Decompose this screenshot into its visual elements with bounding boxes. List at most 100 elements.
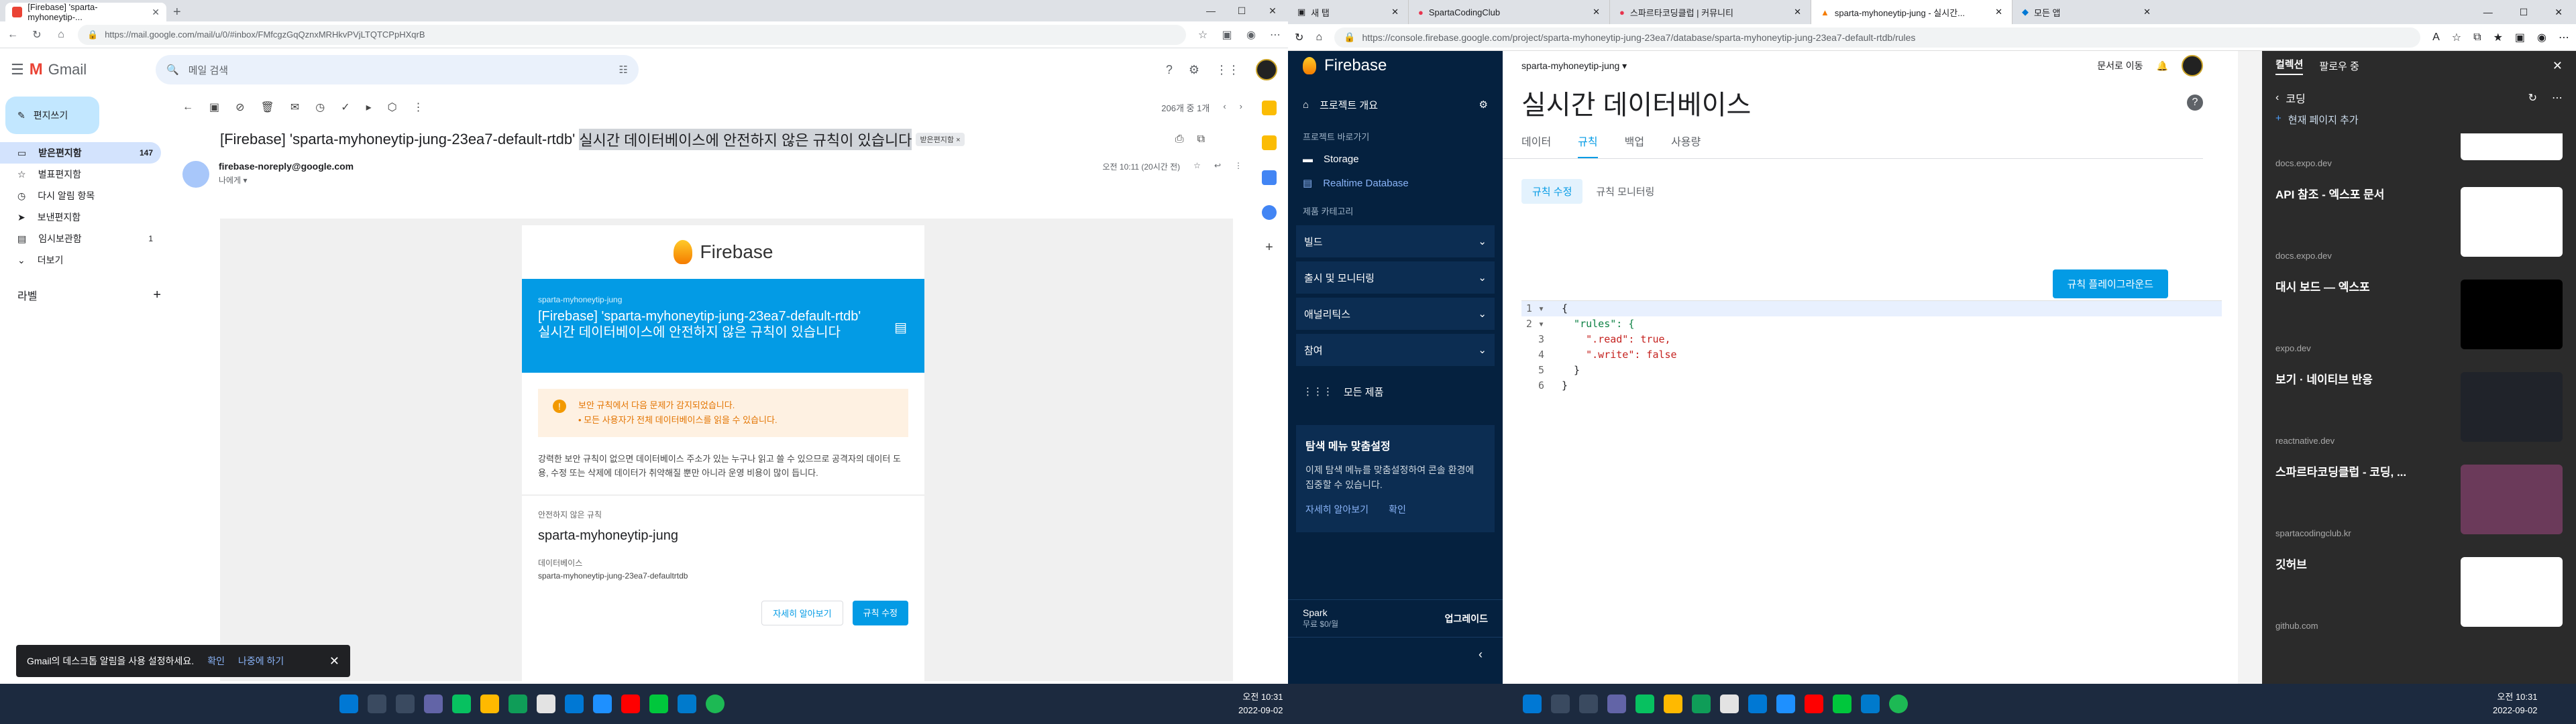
star-icon[interactable]: ☆ (2452, 31, 2461, 44)
url-field[interactable]: 🔒 https://console.firebase.google.com/pr… (1334, 27, 2421, 48)
mark-unread-icon[interactable]: ✉ (290, 101, 299, 114)
all-products[interactable]: ⋮⋮⋮ 모든 제품 (1288, 375, 1503, 408)
project-selector[interactable]: sparta-myhoneytip-jung ▾ (1521, 60, 1627, 72)
contacts-icon[interactable] (1262, 205, 1277, 220)
edge-icon[interactable] (508, 695, 527, 713)
explorer-icon[interactable] (1664, 695, 1682, 713)
spotify-icon[interactable] (706, 695, 724, 713)
tab-collections[interactable]: 컬렉션 (2275, 57, 2304, 75)
maximize-icon[interactable]: ☐ (2506, 7, 2542, 18)
back-icon[interactable]: ‹ (2275, 92, 2279, 104)
sidebar-item-storage[interactable]: ▬ Storage (1288, 147, 1503, 171)
project-overview[interactable]: ⌂ 프로젝트 개요 ⚙ (1288, 88, 1503, 121)
outlook-icon[interactable] (565, 695, 584, 713)
settings-icon[interactable] (593, 695, 612, 713)
hamburger-icon[interactable]: ☰ (11, 61, 24, 78)
label-icon[interactable]: ⬡ (388, 101, 397, 114)
sidebar-item-inbox[interactable]: ▭ 받은편지함 147 (0, 142, 161, 164)
gmail-logo[interactable]: ☰ M Gmail (11, 60, 145, 79)
tasks-icon[interactable] (1262, 170, 1277, 185)
collection-item[interactable]: 깃허브 github.com (2262, 548, 2576, 640)
start-icon[interactable] (1523, 695, 1542, 713)
docs-link[interactable]: 문서로 이동 (2097, 59, 2143, 72)
to-me[interactable]: 나에게 ▾ (219, 174, 354, 186)
next-icon[interactable]: › (1240, 101, 1242, 114)
subtab-edit-rules[interactable]: 규칙 수정 (1521, 179, 1583, 204)
vscode-icon[interactable] (1861, 695, 1880, 713)
chat-icon[interactable] (1607, 695, 1626, 713)
reply-icon[interactable]: ↩ (1214, 161, 1221, 172)
minimize-icon[interactable]: — (1195, 5, 1226, 16)
collection-item[interactable]: 스파르타코딩클럽 - 코딩, ... spartacodingclub.kr (2262, 455, 2576, 548)
add-label-icon[interactable]: + (153, 288, 161, 303)
bell-icon[interactable]: 🔔 (2157, 60, 2168, 72)
kakao-icon[interactable] (1635, 695, 1654, 713)
close-icon[interactable]: ✕ (1794, 7, 1801, 17)
rules-editor[interactable]: 1 ▾ { 2 ▾ "rules": { 3 ".read": true, 4 "… (1521, 300, 2222, 676)
tab-all-apps[interactable]: ◆ 모든 앱 ✕ (2012, 0, 2160, 24)
snackbar-later[interactable]: 나중에 하기 (238, 654, 284, 668)
tab-community[interactable]: ● 스파르타코딩클럽 | 커뮤니티 ✕ (1610, 0, 1811, 24)
tab-gmail[interactable]: [Firebase] 'sparta-myhoneytip-... ✕ (5, 2, 166, 22)
group-build[interactable]: 빌드 ⌄ (1296, 225, 1495, 257)
chat-icon[interactable] (424, 695, 443, 713)
snooze-icon[interactable]: ◷ (315, 101, 325, 114)
maximize-icon[interactable]: ☐ (1226, 5, 1257, 17)
upgrade-button[interactable]: 업그레이드 (1445, 612, 1488, 625)
tab-backup[interactable]: 백업 (1625, 133, 1644, 158)
close-window-icon[interactable]: ✕ (2541, 7, 2576, 18)
collection-item[interactable]: 대시 보드 — 엑스포 expo.dev (2262, 270, 2576, 363)
right-clock[interactable]: 오전 10:31 2022-09-02 (2493, 690, 2538, 717)
apps-icon[interactable]: ⋮⋮ (1216, 63, 1240, 77)
collapse-icon[interactable]: ‹ (1288, 637, 1503, 670)
add-addon-icon[interactable]: + (1262, 240, 1277, 255)
minimize-icon[interactable]: — (2470, 7, 2506, 17)
open-new-icon[interactable]: ⧉ (1197, 133, 1205, 145)
tab-data[interactable]: 데이터 (1521, 133, 1551, 158)
tab-usage[interactable]: 사용량 (1671, 133, 1701, 158)
home-icon[interactable]: ⌂ (54, 29, 68, 41)
store-icon[interactable] (537, 695, 555, 713)
explorer-icon[interactable] (480, 695, 499, 713)
spotify-icon[interactable] (1889, 695, 1908, 713)
compose-button[interactable]: ✎ 편지쓰기 (5, 97, 99, 134)
task-view-icon[interactable] (1579, 695, 1598, 713)
url-field[interactable]: 🔒 https://mail.google.com/mail/u/0/#inbo… (78, 24, 1186, 45)
add-current-page[interactable]: + 현재 페이지 추가 (2262, 106, 2576, 133)
new-tab-icon[interactable]: + (166, 3, 188, 21)
help-icon[interactable]: ? (2187, 95, 2203, 111)
gear-icon[interactable]: ⚙ (1479, 99, 1488, 111)
sidebar-item-more[interactable]: ⌄ 더보기 (0, 249, 161, 271)
back-arrow-icon[interactable]: ← (182, 101, 193, 113)
delete-icon[interactable]: 🗑 (261, 101, 274, 114)
move-icon[interactable]: ▸ (366, 101, 372, 114)
task-icon[interactable]: ✓ (341, 101, 350, 114)
inbox-tag[interactable]: 받은편지함 × (916, 133, 965, 146)
read-aloud-icon[interactable]: A (2432, 32, 2440, 44)
menu-icon[interactable]: ⋯ (2559, 31, 2569, 44)
left-clock[interactable]: 오전 10:31 2022-09-02 (1238, 690, 1283, 717)
menu-icon[interactable]: ⋯ (1268, 28, 1283, 42)
close-icon[interactable]: ✕ (2553, 59, 2563, 73)
naver-icon[interactable] (1833, 695, 1851, 713)
collection-item[interactable]: 보기 · 네이티브 반응 reactnative.dev (2262, 363, 2576, 455)
refresh-icon[interactable]: ↻ (1295, 31, 1303, 44)
more-vert-icon[interactable]: ⋮ (413, 101, 424, 114)
promo-learn-link[interactable]: 자세히 알아보기 (1305, 503, 1368, 516)
favorites-icon[interactable]: ★ (2493, 31, 2503, 44)
profile-icon[interactable]: ◉ (1244, 28, 1258, 42)
close-icon[interactable]: ✕ (1995, 7, 2002, 17)
print-icon[interactable]: ⎙ (1175, 133, 1184, 145)
profile-icon[interactable]: ◉ (2537, 31, 2546, 44)
group-release[interactable]: 출시 및 모니터링 ⌄ (1296, 261, 1495, 294)
refresh-icon[interactable]: ↻ (30, 28, 44, 42)
more-vert-icon[interactable]: ⋮ (1234, 161, 1242, 172)
task-view-icon[interactable] (396, 695, 415, 713)
sidebar-item-sent[interactable]: ➤ 보낸편지함 (0, 206, 161, 228)
sidebar-item-snoozed[interactable]: ◷ 다시 알림 항목 (0, 185, 161, 206)
star-icon[interactable]: ☆ (1193, 161, 1201, 172)
extensions-icon[interactable]: ⧉ (2473, 32, 2481, 44)
edge-icon[interactable] (1692, 695, 1711, 713)
close-window-icon[interactable]: ✕ (1257, 5, 1288, 17)
prev-icon[interactable]: ‹ (1223, 101, 1226, 114)
